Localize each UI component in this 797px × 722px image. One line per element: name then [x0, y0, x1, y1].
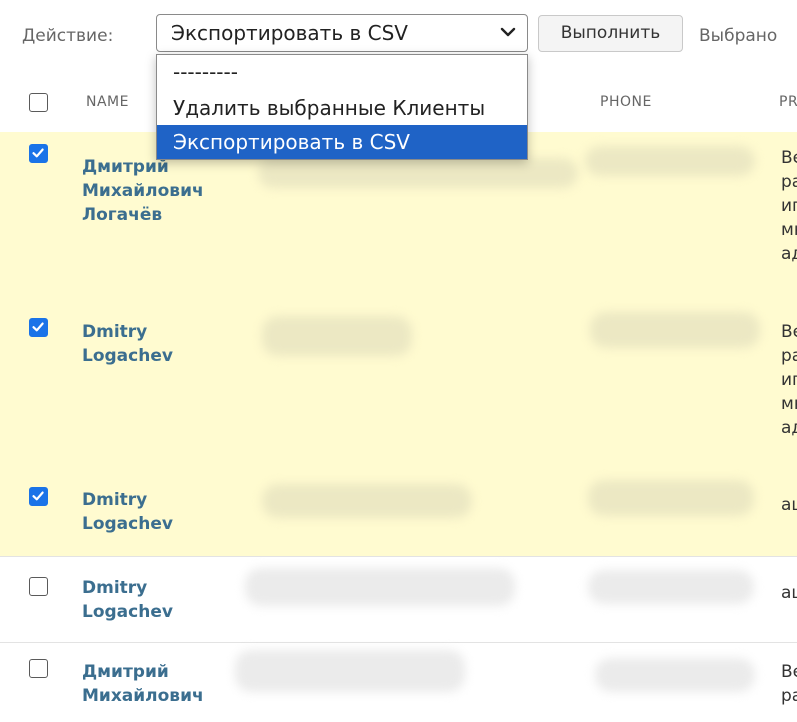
column-header-name[interactable]: NAME — [86, 94, 129, 110]
action-select[interactable]: Экспортировать в CSV — [156, 14, 528, 52]
row-checkbox[interactable] — [29, 144, 48, 163]
checkmark-icon — [32, 322, 44, 332]
dropdown-option-export-csv[interactable]: Экспортировать в CSV — [157, 125, 527, 159]
checkmark-icon — [32, 148, 44, 158]
row-checkbox[interactable] — [29, 577, 48, 596]
redacted-phone — [595, 658, 755, 692]
column-header-profile[interactable]: PR — [779, 94, 797, 110]
profile-text: ац — [781, 583, 797, 603]
redacted-field — [245, 568, 515, 606]
redacted-phone — [588, 480, 754, 516]
run-action-button[interactable]: Выполнить — [538, 15, 683, 52]
client-name-link[interactable]: Дмитрий Михайлович — [82, 660, 204, 708]
redacted-phone — [588, 570, 754, 604]
action-dropdown-menu: --------- Удалить выбранные Клиенты Эксп… — [156, 54, 528, 160]
redacted-field — [262, 484, 472, 518]
client-name-link[interactable]: Dmitry Logachev — [82, 488, 173, 536]
client-name-link[interactable]: Дмитрий Михайлович Логачёв — [82, 155, 204, 227]
profile-text: Ве ра иг мн ад — [781, 322, 797, 438]
table-row: Dmitry Logachev ац — [0, 556, 797, 643]
client-name-link[interactable]: Dmitry Logachev — [82, 320, 173, 368]
table-row: Dmitry Logachev ац — [0, 468, 797, 557]
select-all-checkbox[interactable] — [29, 93, 48, 112]
action-select-value: Экспортировать в CSV — [171, 21, 408, 45]
row-checkbox[interactable] — [29, 659, 48, 678]
row-checkbox[interactable] — [29, 318, 48, 337]
checkmark-icon — [32, 491, 44, 501]
dropdown-option-delete[interactable]: Удалить выбранные Клиенты — [157, 91, 527, 125]
chevron-down-icon — [500, 27, 516, 37]
redacted-phone — [585, 146, 755, 176]
profile-text: Ве ра — [781, 662, 797, 706]
profile-text: ац — [781, 495, 797, 515]
profile-text: Ве ра иг мн ад — [781, 148, 797, 264]
action-label: Действие: — [22, 26, 114, 46]
row-checkbox[interactable] — [29, 487, 48, 506]
table-row: Дмитрий Михайлович Ве ра — [0, 642, 797, 722]
dropdown-option-empty[interactable]: --------- — [157, 55, 527, 89]
selected-counter: Выбрано — [699, 26, 778, 46]
column-header-phone[interactable]: PHONE — [600, 94, 652, 110]
table-row: Dmitry Logachev Ве ра иг мн ад — [0, 300, 797, 469]
redacted-field — [258, 158, 578, 188]
redacted-phone — [590, 312, 760, 348]
redacted-field — [262, 316, 412, 356]
client-name-link[interactable]: Dmitry Logachev — [82, 576, 173, 624]
redacted-field — [235, 650, 465, 692]
